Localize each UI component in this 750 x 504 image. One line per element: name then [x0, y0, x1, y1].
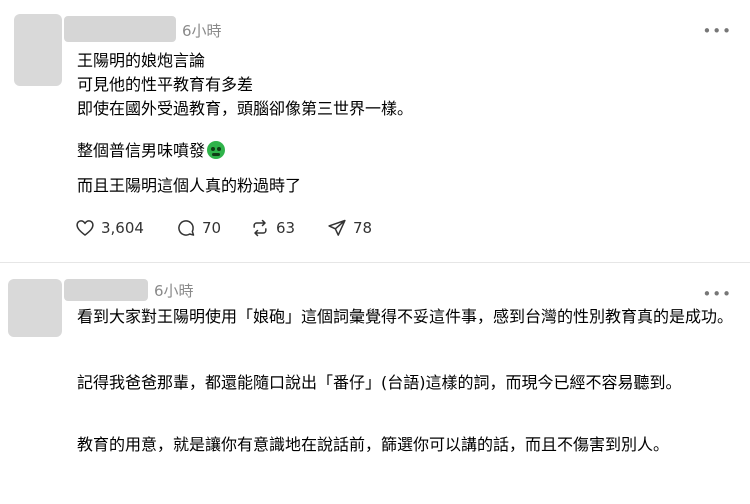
post-text: 整個普信男味噴發 [77, 141, 206, 160]
post-text-line: 整個普信男味噴發 [77, 140, 226, 162]
post-text-line: 而且王陽明這個人真的粉過時了 [77, 176, 302, 195]
avatar[interactable] [8, 279, 62, 337]
heart-icon [76, 220, 94, 236]
nauseated-face-icon [207, 141, 226, 159]
username-redacted[interactable] [64, 279, 148, 301]
repost-icon [253, 219, 267, 237]
share-count: 78 [353, 219, 373, 237]
share-button[interactable]: 78 [327, 218, 372, 238]
post-text-line: 即使在國外受過教育，頭腦卻像第三世界一樣。 [77, 99, 414, 118]
username-redacted[interactable] [64, 16, 176, 42]
post-text-line: 可見他的性平教育有多差 [77, 75, 254, 94]
post-timestamp: 6小時 [182, 22, 222, 40]
thread-post: 6小時 ••• 王陽明的娘炮言論 可見他的性平教育有多差 即使在國外受過教育，頭… [0, 0, 750, 262]
repost-count: 63 [276, 219, 296, 237]
reply-paragraph: 教育的用意，就是讓你有意識地在說話前，篩選你可以講的話，而且不傷害到別人。 [77, 435, 670, 454]
repost-button[interactable]: 63 [250, 218, 295, 238]
comment-count: 70 [202, 219, 222, 237]
more-options-icon[interactable]: ••• [702, 22, 732, 40]
post-text-line: 王陽明的娘炮言論 [77, 51, 206, 70]
like-count: 3,604 [101, 219, 144, 237]
more-options-icon[interactable]: ••• [702, 285, 732, 303]
thread-post: 6小時 ••• 看到大家對王陽明使用「娘砲」這個詞彙覺得不妥這件事，感到台灣的性… [0, 263, 750, 504]
comment-button[interactable]: 70 [176, 218, 221, 238]
post-timestamp: 6小時 [154, 282, 194, 300]
like-button[interactable]: 3,604 [75, 218, 144, 238]
reply-paragraph: 看到大家對王陽明使用「娘砲」這個詞彙覺得不妥這件事，感到台灣的性別教育真的是成功… [77, 307, 734, 326]
avatar[interactable] [14, 14, 62, 86]
send-icon [328, 219, 346, 236]
reply-paragraph: 記得我爸爸那輩，都還能隨口說出「番仔」(台語)這樣的詞，而現今已經不容易聽到。 [77, 373, 682, 392]
comment-icon [178, 220, 195, 236]
